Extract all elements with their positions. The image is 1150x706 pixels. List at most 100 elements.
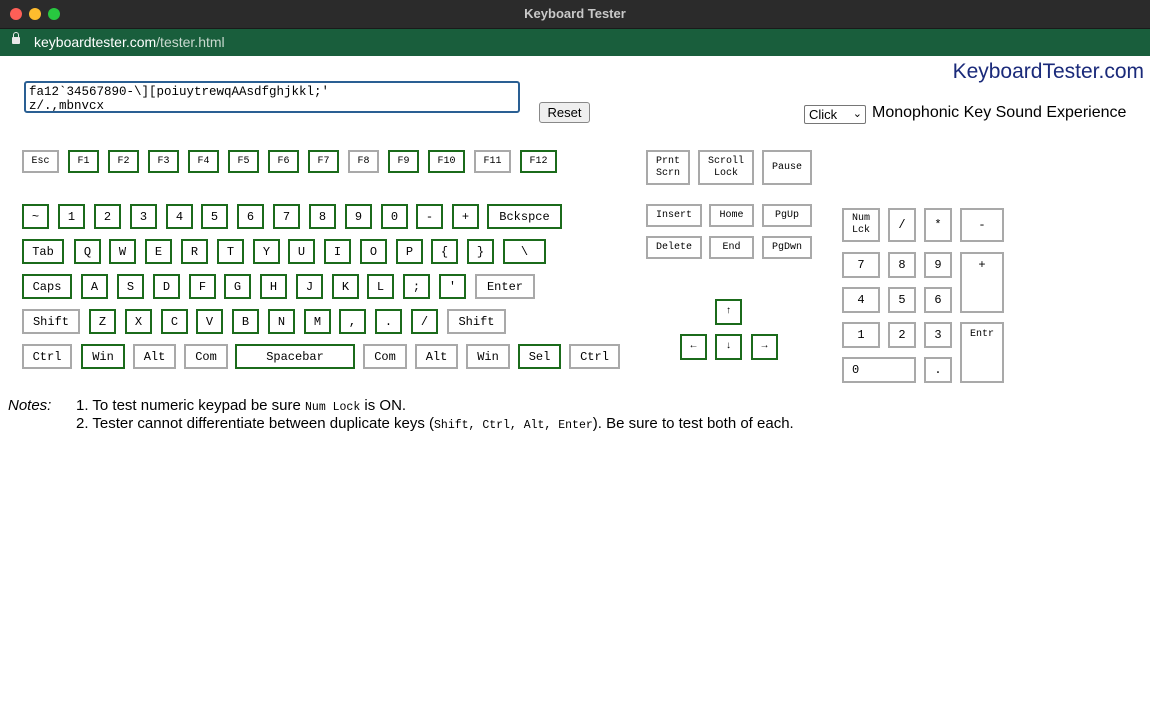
key-right-com[interactable]: Com <box>363 344 407 369</box>
key-o[interactable]: O <box>360 239 387 264</box>
key-page-up[interactable]: PgUp <box>762 204 812 227</box>
key-f6[interactable]: F6 <box>268 150 299 173</box>
key-backslash[interactable]: \ <box>503 239 546 264</box>
key-p[interactable]: P <box>396 239 423 264</box>
key-print-screen[interactable]: Prnt Scrn <box>646 150 690 185</box>
key-numpad-7[interactable]: 7 <box>842 252 880 278</box>
key-left-brace[interactable]: { <box>431 239 458 264</box>
key-numpad-divide[interactable]: / <box>888 208 916 242</box>
key-minus[interactable]: - <box>416 204 443 229</box>
key-8[interactable]: 8 <box>309 204 336 229</box>
key-left-win[interactable]: Win <box>81 344 125 369</box>
key-left-ctrl[interactable]: Ctrl <box>22 344 72 369</box>
key-y[interactable]: Y <box>253 239 280 264</box>
key-g[interactable]: G <box>224 274 251 299</box>
key-pause[interactable]: Pause <box>762 150 812 185</box>
key-h[interactable]: H <box>260 274 287 299</box>
key-t[interactable]: T <box>217 239 244 264</box>
key-tab[interactable]: Tab <box>22 239 64 264</box>
key-numpad-9[interactable]: 9 <box>924 252 952 278</box>
key-period[interactable]: . <box>375 309 402 334</box>
key-numpad-3[interactable]: 3 <box>924 322 952 348</box>
key-v[interactable]: V <box>196 309 223 334</box>
key-caps[interactable]: Caps <box>22 274 72 299</box>
key-plus[interactable]: + <box>452 204 479 229</box>
key-right-shift[interactable]: Shift <box>447 309 506 334</box>
key-tilde[interactable]: ~ <box>22 204 49 229</box>
key-numpad-decimal[interactable]: . <box>924 357 952 383</box>
key-6[interactable]: 6 <box>237 204 264 229</box>
key-sel[interactable]: Sel <box>518 344 561 369</box>
key-comma[interactable]: , <box>339 309 366 334</box>
key-semicolon[interactable]: ; <box>403 274 430 299</box>
key-end[interactable]: End <box>709 236 754 259</box>
key-n[interactable]: N <box>268 309 295 334</box>
key-spacebar[interactable]: Spacebar <box>235 344 355 369</box>
key-right-arrow[interactable]: → <box>751 334 778 360</box>
key-numpad-4[interactable]: 4 <box>842 287 880 313</box>
key-3[interactable]: 3 <box>130 204 157 229</box>
key-f9[interactable]: F9 <box>388 150 419 173</box>
key-4[interactable]: 4 <box>166 204 193 229</box>
key-m[interactable]: M <box>304 309 331 334</box>
typed-text-area[interactable]: fa12`34567890-\][poiuytrewqAAsdfghjkkl;'… <box>24 81 520 113</box>
key-numpad-1[interactable]: 1 <box>842 322 880 348</box>
key-9[interactable]: 9 <box>345 204 372 229</box>
key-s[interactable]: S <box>117 274 144 299</box>
address-bar[interactable]: keyboardtester.com/tester.html <box>0 29 1150 56</box>
key-numpad-2[interactable]: 2 <box>888 322 916 348</box>
key-left-arrow[interactable]: ← <box>680 334 707 360</box>
url-text[interactable]: keyboardtester.com/tester.html <box>34 34 225 50</box>
key-u[interactable]: U <box>288 239 315 264</box>
sound-select[interactable]: Click ⌄ <box>804 105 866 124</box>
key-b[interactable]: B <box>232 309 259 334</box>
key-right-win[interactable]: Win <box>466 344 510 369</box>
key-num-lock[interactable]: Num Lck <box>842 208 880 242</box>
key-left-alt[interactable]: Alt <box>133 344 176 369</box>
key-right-brace[interactable]: } <box>467 239 494 264</box>
key-1[interactable]: 1 <box>58 204 85 229</box>
key-backspace[interactable]: Bckspce <box>487 204 562 229</box>
key-left-shift[interactable]: Shift <box>22 309 80 334</box>
key-l[interactable]: L <box>367 274 394 299</box>
key-left-com[interactable]: Com <box>184 344 228 369</box>
key-7[interactable]: 7 <box>273 204 300 229</box>
key-e[interactable]: E <box>145 239 172 264</box>
key-numpad-0[interactable]: 0 <box>842 357 916 383</box>
key-5[interactable]: 5 <box>201 204 228 229</box>
key-page-down[interactable]: PgDwn <box>762 236 812 259</box>
reset-button[interactable]: Reset <box>539 102 590 123</box>
key-home[interactable]: Home <box>709 204 754 227</box>
key-f3[interactable]: F3 <box>148 150 179 173</box>
key-d[interactable]: D <box>153 274 180 299</box>
key-w[interactable]: W <box>109 239 136 264</box>
key-2[interactable]: 2 <box>94 204 121 229</box>
key-right-alt[interactable]: Alt <box>415 344 458 369</box>
key-f[interactable]: F <box>189 274 216 299</box>
key-numpad-subtract[interactable]: - <box>960 208 1004 242</box>
key-insert[interactable]: Insert <box>646 204 702 227</box>
key-q[interactable]: Q <box>74 239 101 264</box>
key-0[interactable]: 0 <box>381 204 408 229</box>
key-f7[interactable]: F7 <box>308 150 339 173</box>
key-f1[interactable]: F1 <box>68 150 99 173</box>
key-f12[interactable]: F12 <box>520 150 557 173</box>
key-esc[interactable]: Esc <box>22 150 59 173</box>
key-z[interactable]: Z <box>89 309 116 334</box>
key-x[interactable]: X <box>125 309 152 334</box>
key-f4[interactable]: F4 <box>188 150 219 173</box>
key-f10[interactable]: F10 <box>428 150 465 173</box>
key-slash[interactable]: / <box>411 309 438 334</box>
key-r[interactable]: R <box>181 239 208 264</box>
key-k[interactable]: K <box>332 274 359 299</box>
key-quote[interactable]: ' <box>439 274 466 299</box>
key-c[interactable]: C <box>161 309 188 334</box>
key-right-ctrl[interactable]: Ctrl <box>569 344 620 369</box>
key-numpad-multiply[interactable]: * <box>924 208 952 242</box>
key-numpad-add[interactable]: + <box>960 252 1004 313</box>
key-numpad-6[interactable]: 6 <box>924 287 952 313</box>
key-numpad-8[interactable]: 8 <box>888 252 916 278</box>
key-up-arrow[interactable]: ↑ <box>715 299 742 325</box>
key-f11[interactable]: F11 <box>474 150 511 173</box>
key-f5[interactable]: F5 <box>228 150 259 173</box>
